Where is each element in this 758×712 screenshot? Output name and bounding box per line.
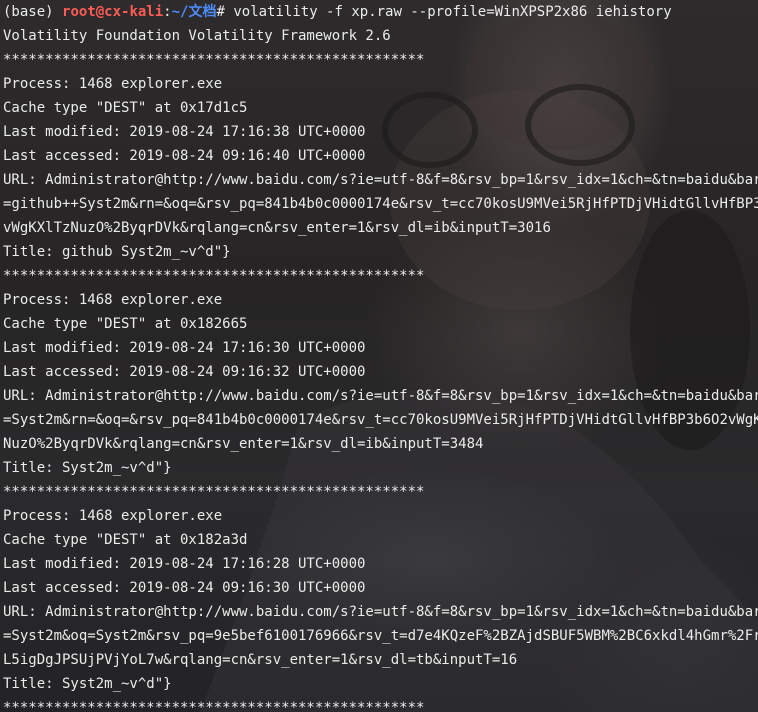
entry-url-line: =Syst2m&rn=&oq=&rsv_pq=841b4b0c0000174e&… xyxy=(3,412,758,428)
entry-process: Process: 1468 explorer.exe xyxy=(3,508,223,524)
entry-url-line: URL: Administrator@http://www.baidu.com/… xyxy=(3,172,758,188)
entry-url-line: vWgKXlTzNuzO%2ByqrDVk&rqlang=cn&rsv_ente… xyxy=(3,220,551,236)
entry-last-accessed: Last accessed: 2019-08-24 09:16:40 UTC+0… xyxy=(3,148,366,164)
entry-last-modified: Last modified: 2019-08-24 17:16:28 UTC+0… xyxy=(3,556,366,572)
entry-url-line: =github++Syst2m&rn=&oq=&rsv_pq=841b4b0c0… xyxy=(3,196,758,212)
prompt-symbol: # xyxy=(216,4,225,20)
separator-line: ****************************************… xyxy=(3,700,425,712)
entry-url-line: URL: Administrator@http://www.baidu.com/… xyxy=(3,604,758,620)
entry-last-modified: Last modified: 2019-08-24 17:16:38 UTC+0… xyxy=(3,124,366,140)
entry-title: Title: github Syst2m_~v^d"} xyxy=(3,244,231,260)
entry-process: Process: 1468 explorer.exe xyxy=(3,76,223,92)
terminal-output: (base) root@cx-kali:~/文档# volatility -f … xyxy=(3,0,758,712)
prompt-env: (base) xyxy=(3,4,63,20)
entry-title: Title: Syst2m_~v^d"} xyxy=(3,676,172,692)
entry-url-line: NuzO%2ByqrDVk&rqlang=cn&rsv_enter=1&rsv_… xyxy=(3,436,484,452)
entry-url-line: URL: Administrator@http://www.baidu.com/… xyxy=(3,388,758,404)
banner-line: Volatility Foundation Volatility Framewo… xyxy=(3,28,391,44)
entry-cache-type: Cache type "DEST" at 0x17d1c5 xyxy=(3,100,248,116)
command-text: volatility -f xp.raw --profile=WinXPSP2x… xyxy=(224,4,672,20)
entry-cache-type: Cache type "DEST" at 0x182665 xyxy=(3,316,248,332)
separator-line: ****************************************… xyxy=(3,484,425,500)
prompt-user-host: root@cx-kali xyxy=(62,4,164,20)
entry-url-line: =Syst2m&oq=Syst2m&rsv_pq=9e5bef610017696… xyxy=(3,628,758,644)
entry-url-line: L5igDgJPSUjPVjYoL7w&rqlang=cn&rsv_enter=… xyxy=(3,652,518,668)
entry-last-accessed: Last accessed: 2019-08-24 09:16:30 UTC+0… xyxy=(3,580,366,596)
entry-last-modified: Last modified: 2019-08-24 17:16:30 UTC+0… xyxy=(3,340,366,356)
entry-process: Process: 1468 explorer.exe xyxy=(3,292,223,308)
separator-line: ****************************************… xyxy=(3,268,425,284)
prompt-path: ~/文档 xyxy=(171,4,217,20)
entry-cache-type: Cache type "DEST" at 0x182a3d xyxy=(3,532,248,548)
command-prompt-line[interactable]: (base) root@cx-kali:~/文档# volatility -f … xyxy=(3,0,758,24)
separator-line: ****************************************… xyxy=(3,52,425,68)
entry-title: Title: Syst2m_~v^d"} xyxy=(3,460,172,476)
entry-last-accessed: Last accessed: 2019-08-24 09:16:32 UTC+0… xyxy=(3,364,366,380)
terminal-window[interactable]: (base) root@cx-kali:~/文档# volatility -f … xyxy=(0,0,758,712)
prompt-colon: : xyxy=(163,4,172,20)
